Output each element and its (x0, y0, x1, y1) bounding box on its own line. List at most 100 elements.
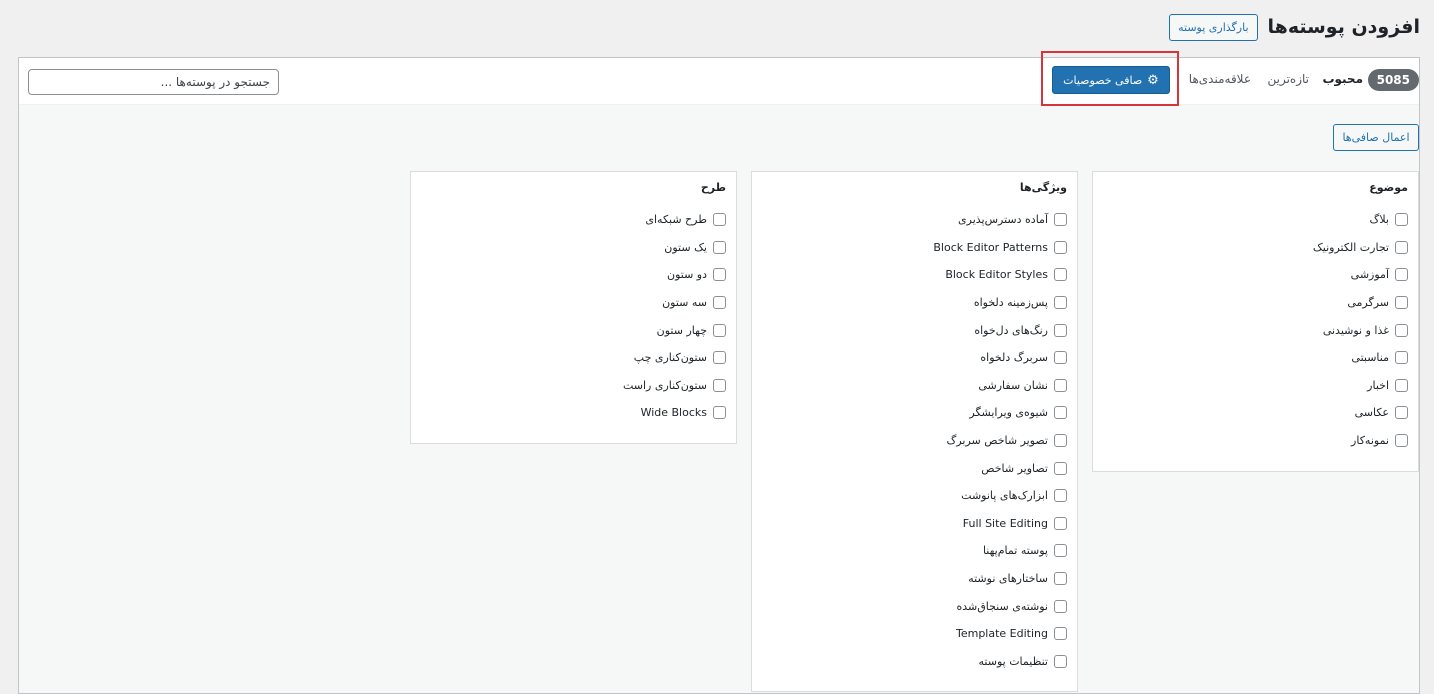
filter-option-label: نوشته‌ی سنجاق‌شده (956, 599, 1048, 613)
filter-option[interactable]: سه ستون (421, 289, 726, 317)
tab-favorites[interactable]: علاقه‌مندی‌ها (1189, 72, 1251, 86)
filter-option[interactable]: عکاسی (1103, 399, 1408, 427)
filter-option-label: Template Editing (955, 627, 1048, 641)
feature-filter-button[interactable]: ⚙ صافی خصوصیات (1052, 66, 1170, 94)
filter-option[interactable]: Block Editor Styles (762, 261, 1067, 289)
filter-option[interactable]: طرح شبکه‌ای (421, 206, 726, 234)
filter-option[interactable]: ساختارهای نوشته (762, 565, 1067, 593)
checkbox[interactable] (1054, 599, 1067, 613)
tab-latest[interactable]: تازه‌ترین (1267, 72, 1309, 86)
filter-option[interactable]: Full Site Editing (762, 510, 1067, 538)
filter-group-topic: موضوع بلاگ تجارت الکترونیک آموزشی سرگرمی… (1092, 171, 1419, 472)
checkbox[interactable] (1054, 323, 1067, 337)
filter-option-label: ستون‌کناری چپ (633, 351, 707, 365)
checkbox[interactable] (1395, 434, 1408, 448)
checkbox[interactable] (713, 296, 726, 310)
checkbox[interactable] (713, 240, 726, 254)
checkbox[interactable] (1395, 213, 1408, 227)
filter-option[interactable]: شیوه‌ی ویرایشگر (762, 399, 1067, 427)
checkbox[interactable] (1054, 406, 1067, 420)
filter-option[interactable]: پوسته تمام‌پهنا (762, 537, 1067, 565)
filter-option[interactable]: آموزشی (1103, 261, 1408, 289)
filter-group-title: موضوع (1369, 181, 1408, 194)
search-input[interactable] (28, 69, 279, 95)
checkbox[interactable] (713, 268, 726, 282)
filter-option-label: سربرگ دلخواه (980, 351, 1048, 365)
filter-option-label: آماده دسترس‌پذیری (958, 213, 1048, 227)
checkbox[interactable] (713, 351, 726, 365)
checkbox[interactable] (1395, 406, 1408, 420)
checkbox[interactable] (1054, 268, 1067, 282)
filter-option[interactable]: نوشته‌ی سنجاق‌شده (762, 592, 1067, 620)
filter-option[interactable]: غذا و نوشیدنی (1103, 316, 1408, 344)
filter-option[interactable]: Template Editing (762, 620, 1067, 648)
checkbox[interactable] (713, 406, 726, 420)
filter-option[interactable]: ستون‌کناری چپ (421, 344, 726, 372)
filter-option[interactable]: مناسبتی (1103, 344, 1408, 372)
checkbox[interactable] (1054, 461, 1067, 475)
filter-option[interactable]: Wide Blocks (421, 399, 726, 427)
checkbox[interactable] (1054, 240, 1067, 254)
checkbox[interactable] (1054, 378, 1067, 392)
filter-option[interactable]: چهار ستون (421, 316, 726, 344)
filter-option-label: دو ستون (666, 268, 707, 282)
checkbox[interactable] (1054, 654, 1067, 668)
checkbox[interactable] (1054, 516, 1067, 530)
checkbox[interactable] (1054, 296, 1067, 310)
filter-option-label: ستون‌کناری راست (622, 378, 707, 392)
filter-option-label: پس‌زمینه دلخواه (973, 296, 1048, 310)
filter-option[interactable]: نمونه‌کار (1103, 427, 1408, 455)
filter-group-title: طرح (700, 181, 726, 194)
checkbox[interactable] (1054, 572, 1067, 586)
filter-option[interactable]: نشان سفارشی (762, 372, 1067, 400)
checkbox[interactable] (1054, 489, 1067, 503)
filter-option[interactable]: ستون‌کناری راست (421, 372, 726, 400)
gear-icon: ⚙ (1147, 72, 1159, 88)
filter-option[interactable]: اخبار (1103, 372, 1408, 400)
filter-option[interactable]: سربرگ دلخواه (762, 344, 1067, 372)
checkbox[interactable] (713, 378, 726, 392)
filter-option[interactable]: سرگرمی (1103, 289, 1408, 317)
themes-panel: 5085 محبوب تازه‌ترین علاقه‌مندی‌ها ⚙ صاف… (18, 51, 1420, 694)
checkbox[interactable] (1395, 351, 1408, 365)
tab-popular[interactable]: محبوب (1322, 72, 1363, 86)
filter-option-label: تصاویر شاخص (981, 461, 1048, 475)
checkbox[interactable] (1054, 544, 1067, 558)
filter-option[interactable]: تجارت الکترونیک (1103, 234, 1408, 262)
filter-option-label: Full Site Editing (962, 516, 1048, 530)
filter-group-layout: طرح طرح شبکه‌ای یک ستون دو ستون سه ستون … (410, 171, 737, 444)
filter-option[interactable]: تنظیمات پوسته (762, 648, 1067, 676)
filter-option[interactable]: آماده دسترس‌پذیری (762, 206, 1067, 234)
checkbox[interactable] (1054, 351, 1067, 365)
checkbox[interactable] (713, 213, 726, 227)
filter-option[interactable]: بلاگ (1103, 206, 1408, 234)
filter-option[interactable]: رنگ‌های دل‌خواه (762, 316, 1067, 344)
filter-option-label: یک ستون (664, 240, 707, 254)
filter-option[interactable]: پس‌زمینه دلخواه (762, 289, 1067, 317)
filter-option-label: عکاسی (1354, 406, 1389, 420)
filter-option-label: شیوه‌ی ویرایشگر (969, 406, 1048, 420)
apply-filters-button[interactable]: اعمال صافی‌ها (1333, 124, 1419, 151)
checkbox[interactable] (1054, 213, 1067, 227)
page-header: افزودن پوسته‌ها بارگذاری پوسته (1169, 12, 1420, 42)
checkbox[interactable] (1395, 268, 1408, 282)
filter-option[interactable]: Block Editor Patterns (762, 234, 1067, 262)
filter-option[interactable]: تصاویر شاخص (762, 454, 1067, 482)
upload-theme-button[interactable]: بارگذاری پوسته (1169, 13, 1258, 41)
checkbox[interactable] (713, 323, 726, 337)
filter-option-label: بلاگ (1369, 213, 1389, 227)
filter-option[interactable]: یک ستون (421, 234, 726, 262)
filter-option[interactable]: ابزارک‌های پانوشت (762, 482, 1067, 510)
feature-filter-label: صافی خصوصیات (1063, 73, 1143, 87)
checkbox[interactable] (1395, 296, 1408, 310)
filter-option-label: تنظیمات پوسته (978, 654, 1048, 668)
checkbox[interactable] (1054, 627, 1067, 641)
filter-option-label: آموزشی (1350, 268, 1389, 282)
filter-option[interactable]: تصویر شاخص سربرگ (762, 427, 1067, 455)
filter-option[interactable]: دو ستون (421, 261, 726, 289)
filter-option-label: Block Editor Patterns (933, 240, 1048, 254)
checkbox[interactable] (1395, 378, 1408, 392)
checkbox[interactable] (1395, 240, 1408, 254)
checkbox[interactable] (1395, 323, 1408, 337)
checkbox[interactable] (1054, 434, 1067, 448)
